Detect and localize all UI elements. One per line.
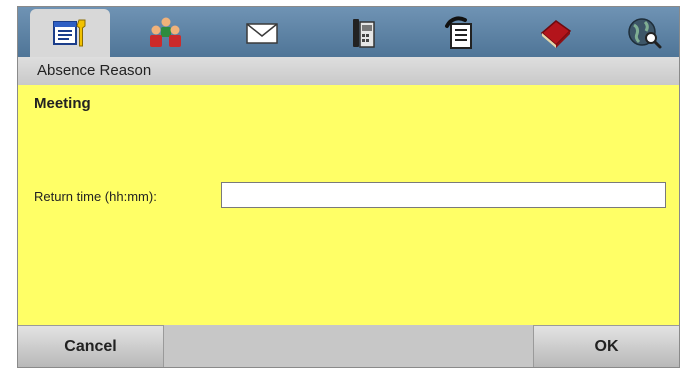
page-title: Absence Reason xyxy=(37,62,152,79)
tab-bar xyxy=(18,7,679,57)
cancel-button[interactable]: Cancel xyxy=(18,325,164,367)
people-icon xyxy=(150,17,181,47)
return-time-input[interactable] xyxy=(221,182,666,208)
globe-search-icon xyxy=(628,18,662,49)
ok-button[interactable]: OK xyxy=(533,325,679,367)
tab-settings[interactable] xyxy=(30,9,110,57)
title-bar: Absence Reason xyxy=(18,57,679,85)
settings-form-icon xyxy=(53,19,86,47)
tab-phonebook[interactable] xyxy=(516,9,596,57)
tab-phone[interactable] xyxy=(322,9,402,57)
tab-contacts[interactable] xyxy=(126,9,206,57)
tab-call-list[interactable] xyxy=(420,9,500,57)
desk-phone-icon xyxy=(353,19,375,48)
return-time-label: Return time (hh:mm): xyxy=(34,189,157,204)
tab-messages[interactable] xyxy=(222,9,302,57)
button-bar: Cancel OK xyxy=(18,325,679,367)
content-panel: Meeting Return time (hh:mm): xyxy=(18,85,679,325)
envelope-icon xyxy=(246,23,278,44)
phonebook-icon xyxy=(540,20,572,48)
app-window: Absence Reason Meeting Return time (hh:m… xyxy=(17,6,680,368)
absence-reason-heading: Meeting xyxy=(34,95,91,112)
tab-directory[interactable] xyxy=(604,9,679,57)
call-list-icon xyxy=(445,16,472,49)
